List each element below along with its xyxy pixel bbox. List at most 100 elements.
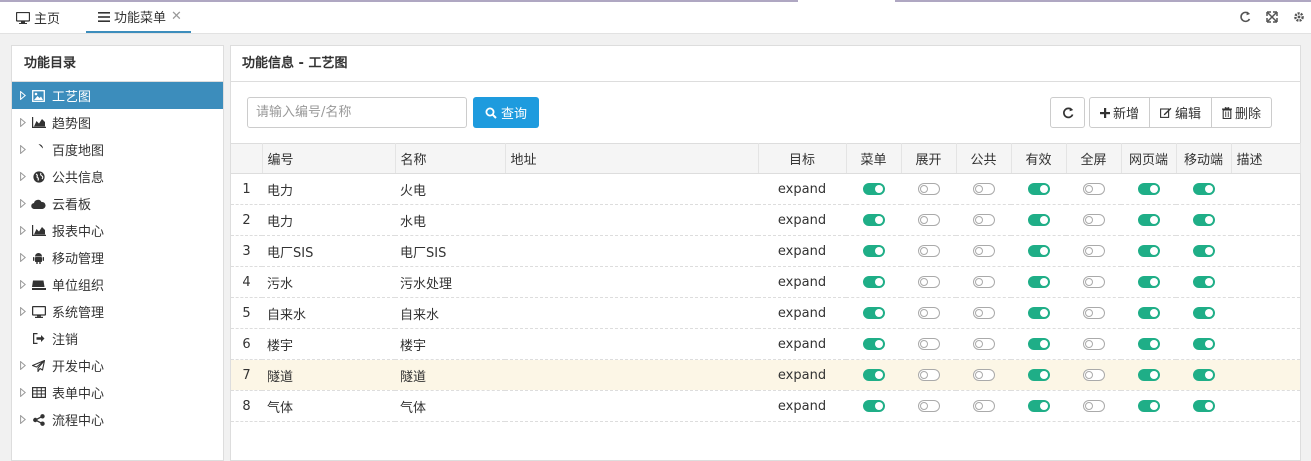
mobile-toggle[interactable] bbox=[1192, 214, 1215, 226]
add-button[interactable]: 新增 bbox=[1090, 98, 1149, 127]
sidebar-item-4[interactable]: 云看板 bbox=[12, 190, 223, 217]
expand-toggle[interactable] bbox=[917, 338, 940, 350]
caret-right-icon[interactable] bbox=[18, 253, 28, 262]
caret-right-icon[interactable] bbox=[18, 361, 28, 370]
column-header-4[interactable]: 目标 bbox=[758, 143, 847, 174]
refresh-button[interactable] bbox=[1050, 97, 1085, 128]
column-header-1[interactable]: 编号 bbox=[262, 143, 396, 174]
column-header-11[interactable]: 移动端 bbox=[1176, 143, 1232, 174]
sidebar-item-5[interactable]: 报表中心 bbox=[12, 217, 223, 244]
mobile-toggle[interactable] bbox=[1192, 369, 1215, 381]
caret-right-icon[interactable] bbox=[18, 118, 28, 127]
fullscreen-toggle[interactable] bbox=[1082, 400, 1105, 412]
expand-toggle[interactable] bbox=[917, 183, 940, 195]
caret-right-icon[interactable] bbox=[18, 388, 28, 397]
caret-right-icon[interactable] bbox=[18, 91, 28, 100]
fullscreen-icon[interactable] bbox=[1265, 10, 1278, 23]
table-row[interactable]: 8 气体 气体 expand bbox=[231, 390, 1300, 422]
valid-toggle[interactable] bbox=[1027, 307, 1050, 319]
sidebar-item-0[interactable]: 工艺图 bbox=[12, 82, 223, 109]
close-icon[interactable]: ✕ bbox=[171, 9, 182, 24]
expand-toggle[interactable] bbox=[917, 214, 940, 226]
sidebar-item-3[interactable]: 公共信息 bbox=[12, 163, 223, 190]
tab-function-menu[interactable]: 功能菜单 ✕ bbox=[86, 2, 191, 33]
menu-toggle[interactable] bbox=[862, 214, 885, 226]
valid-toggle[interactable] bbox=[1027, 369, 1050, 381]
menu-toggle[interactable] bbox=[862, 369, 885, 381]
public-toggle[interactable] bbox=[972, 245, 995, 257]
menu-toggle[interactable] bbox=[862, 338, 885, 350]
mobile-toggle[interactable] bbox=[1192, 183, 1215, 195]
sidebar-item-8[interactable]: 系统管理 bbox=[12, 298, 223, 325]
web-toggle[interactable] bbox=[1137, 369, 1160, 381]
valid-toggle[interactable] bbox=[1027, 245, 1050, 257]
column-header-2[interactable]: 名称 bbox=[395, 143, 506, 174]
caret-right-icon[interactable] bbox=[18, 307, 28, 316]
fullscreen-toggle[interactable] bbox=[1082, 276, 1105, 288]
refresh-icon[interactable] bbox=[1238, 10, 1251, 23]
public-toggle[interactable] bbox=[972, 338, 995, 350]
mobile-toggle[interactable] bbox=[1192, 245, 1215, 257]
column-header-0[interactable] bbox=[231, 143, 263, 174]
table-row[interactable]: 7 隧道 隧道 expand bbox=[231, 359, 1300, 391]
menu-toggle[interactable] bbox=[862, 276, 885, 288]
caret-right-icon[interactable] bbox=[18, 415, 28, 424]
column-header-3[interactable]: 地址 bbox=[505, 143, 759, 174]
valid-toggle[interactable] bbox=[1027, 400, 1050, 412]
caret-right-icon[interactable] bbox=[18, 280, 28, 289]
table-row[interactable]: 5 自来水 自来水 expand bbox=[231, 297, 1300, 329]
sidebar-item-6[interactable]: 移动管理 bbox=[12, 244, 223, 271]
fullscreen-toggle[interactable] bbox=[1082, 307, 1105, 319]
expand-toggle[interactable] bbox=[917, 369, 940, 381]
sidebar-item-9[interactable]: 注销 bbox=[12, 325, 223, 352]
public-toggle[interactable] bbox=[972, 276, 995, 288]
valid-toggle[interactable] bbox=[1027, 183, 1050, 195]
web-toggle[interactable] bbox=[1137, 245, 1160, 257]
web-toggle[interactable] bbox=[1137, 214, 1160, 226]
caret-right-icon[interactable] bbox=[18, 226, 28, 235]
column-header-12[interactable]: 描述 bbox=[1231, 143, 1301, 174]
mobile-toggle[interactable] bbox=[1192, 307, 1215, 319]
menu-toggle[interactable] bbox=[862, 245, 885, 257]
fullscreen-toggle[interactable] bbox=[1082, 369, 1105, 381]
edit-button[interactable]: 编辑 bbox=[1149, 98, 1211, 127]
table-row[interactable]: 6 楼宇 楼宇 expand bbox=[231, 328, 1300, 360]
fullscreen-toggle[interactable] bbox=[1082, 245, 1105, 257]
sidebar-item-12[interactable]: 流程中心 bbox=[12, 406, 223, 433]
public-toggle[interactable] bbox=[972, 400, 995, 412]
expand-toggle[interactable] bbox=[917, 400, 940, 412]
caret-right-icon[interactable] bbox=[18, 172, 28, 181]
public-toggle[interactable] bbox=[972, 183, 995, 195]
public-toggle[interactable] bbox=[972, 369, 995, 381]
valid-toggle[interactable] bbox=[1027, 276, 1050, 288]
fullscreen-toggle[interactable] bbox=[1082, 338, 1105, 350]
sidebar-item-2[interactable]: 百度地图 bbox=[12, 136, 223, 163]
gear-icon[interactable] bbox=[1292, 10, 1305, 23]
web-toggle[interactable] bbox=[1137, 276, 1160, 288]
fullscreen-toggle[interactable] bbox=[1082, 214, 1105, 226]
column-header-5[interactable]: 菜单 bbox=[846, 143, 902, 174]
sidebar-item-10[interactable]: 开发中心 bbox=[12, 352, 223, 379]
fullscreen-toggle[interactable] bbox=[1082, 183, 1105, 195]
caret-right-icon[interactable] bbox=[18, 199, 28, 208]
mobile-toggle[interactable] bbox=[1192, 400, 1215, 412]
public-toggle[interactable] bbox=[972, 307, 995, 319]
column-header-9[interactable]: 全屏 bbox=[1066, 143, 1122, 174]
valid-toggle[interactable] bbox=[1027, 214, 1050, 226]
sidebar-item-7[interactable]: 单位组织 bbox=[12, 271, 223, 298]
expand-toggle[interactable] bbox=[917, 245, 940, 257]
menu-toggle[interactable] bbox=[862, 307, 885, 319]
valid-toggle[interactable] bbox=[1027, 338, 1050, 350]
caret-right-icon[interactable] bbox=[18, 145, 28, 154]
table-row[interactable]: 1 电力 火电 expand bbox=[231, 173, 1300, 205]
mobile-toggle[interactable] bbox=[1192, 338, 1215, 350]
menu-toggle[interactable] bbox=[862, 183, 885, 195]
expand-toggle[interactable] bbox=[917, 307, 940, 319]
mobile-toggle[interactable] bbox=[1192, 276, 1215, 288]
menu-toggle[interactable] bbox=[862, 400, 885, 412]
table-row[interactable]: 4 污水 污水处理 expand bbox=[231, 266, 1300, 298]
web-toggle[interactable] bbox=[1137, 400, 1160, 412]
tab-home[interactable]: 主页 bbox=[16, 2, 60, 33]
expand-toggle[interactable] bbox=[917, 276, 940, 288]
web-toggle[interactable] bbox=[1137, 338, 1160, 350]
